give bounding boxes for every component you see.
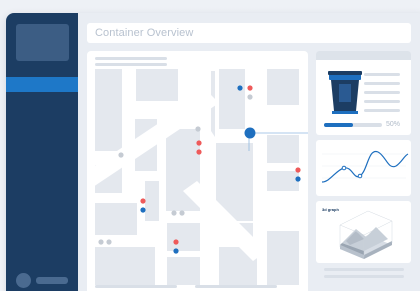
container-marker-red[interactable] xyxy=(196,140,202,146)
app-window: Container Overview 50% 3d graph xyxy=(6,13,420,291)
screenshot-stage: Container Overview 50% 3d graph xyxy=(0,0,420,291)
container-marker-gray[interactable] xyxy=(195,126,201,132)
container-detail-panel: 50% xyxy=(316,51,411,135)
avatar[interactable] xyxy=(16,273,31,288)
trend-point xyxy=(357,173,363,179)
trash-bin-icon xyxy=(328,71,362,114)
map-card xyxy=(87,51,308,291)
map-block xyxy=(95,69,122,151)
map-block xyxy=(167,223,200,251)
line-chart-panel xyxy=(316,140,411,196)
user-name-placeholder xyxy=(36,277,68,284)
container-marker-blue[interactable] xyxy=(295,176,301,182)
map-block xyxy=(219,69,245,129)
right-footer xyxy=(316,268,411,291)
map-block xyxy=(95,247,155,285)
3d-graph-panel: 3d graph xyxy=(316,201,411,263)
container-marker-red[interactable] xyxy=(140,198,146,204)
fill-level-text: 50% xyxy=(386,121,401,128)
map-block xyxy=(167,257,200,285)
page-title: Container Overview xyxy=(95,27,194,39)
map-block xyxy=(267,135,299,163)
footer-line xyxy=(324,275,404,278)
container-marker-blue[interactable] xyxy=(140,207,146,213)
map-block xyxy=(95,203,137,235)
map-footer-line xyxy=(95,285,177,288)
detail-line xyxy=(364,91,400,94)
container-marker-gray[interactable] xyxy=(106,239,112,245)
trend-line xyxy=(321,151,409,183)
detail-line xyxy=(364,73,400,76)
city-map[interactable] xyxy=(87,51,308,291)
map-block xyxy=(145,181,159,221)
map-block xyxy=(267,69,299,105)
map-block xyxy=(136,69,178,101)
3d-graph xyxy=(339,210,393,259)
container-marker-gray[interactable] xyxy=(98,239,104,245)
map-footer-line xyxy=(195,285,277,288)
selected-container-marker[interactable] xyxy=(244,127,256,139)
map-block xyxy=(267,231,299,285)
container-marker-gray[interactable] xyxy=(118,152,124,158)
detail-line xyxy=(364,100,400,103)
container-marker-gray[interactable] xyxy=(171,210,177,216)
container-marker-gray[interactable] xyxy=(179,210,185,216)
line-chart xyxy=(321,151,409,183)
detail-line xyxy=(364,109,400,112)
detail-line xyxy=(364,82,400,85)
container-marker-red[interactable] xyxy=(196,149,202,155)
map-block xyxy=(267,171,299,191)
container-marker-blue[interactable] xyxy=(237,85,243,91)
sidebar xyxy=(6,13,78,291)
container-marker-gray[interactable] xyxy=(247,94,253,100)
fill-level-bar xyxy=(324,123,353,127)
container-marker-red[interactable] xyxy=(295,167,301,173)
container-marker-red[interactable] xyxy=(173,239,179,245)
footer-line xyxy=(324,268,404,271)
logo xyxy=(16,24,69,61)
panel-header-bar xyxy=(316,51,411,60)
header-bar: Container Overview xyxy=(87,23,411,43)
container-marker-blue[interactable] xyxy=(173,248,179,254)
trend-point xyxy=(341,165,347,171)
container-marker-red[interactable] xyxy=(247,85,253,91)
sidebar-item-active[interactable] xyxy=(6,77,78,92)
